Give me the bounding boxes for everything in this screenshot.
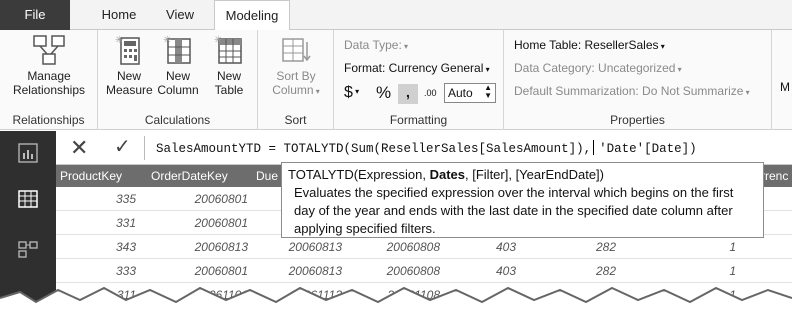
currency-button[interactable]: $ ▾ <box>344 84 359 102</box>
tab-home[interactable]: Home <box>84 0 154 30</box>
manage-relationships-label-2: Relationships <box>12 83 86 97</box>
text-caret <box>593 140 595 155</box>
sort-dropdown-icon: ▾ <box>313 87 320 96</box>
new-column-label-2: Column <box>157 83 199 97</box>
formula-text-part2: 'Date'[Date]) <box>599 142 697 156</box>
spinner-icon: ▲ ▼ <box>484 83 492 100</box>
cell: 1 <box>729 240 736 254</box>
sort-group: Sort By Column ▾ Sort <box>258 30 334 130</box>
tab-view[interactable]: View <box>150 0 210 30</box>
calculator-icon: ✳ <box>115 35 140 65</box>
data-type-dropdown[interactable]: Data Type: ▾ <box>344 38 408 52</box>
new-table-icon: ✳ <box>214 35 242 64</box>
home-table-chevron-icon: ▾ <box>658 42 665 51</box>
decimals-icon[interactable]: .00 <box>424 88 437 98</box>
cell: 331 <box>115 216 136 230</box>
svg-text:✳: ✳ <box>163 35 171 46</box>
formatting-group: Data Type: ▾ Format: Currency General ▾ … <box>334 30 504 130</box>
cell: 20060813 <box>288 240 342 254</box>
default-summarization-dropdown[interactable]: Default Summarization: Do Not Summarize … <box>514 84 750 98</box>
format-chevron-icon: ▾ <box>483 65 490 74</box>
data-view-icon[interactable] <box>18 189 38 209</box>
ribbon: Manage Relationships Relationships ✳ New… <box>0 30 792 130</box>
home-table-dropdown[interactable]: Home Table: ResellerSales ▾ <box>514 38 665 52</box>
sort-by-label-2: Column <box>272 83 314 97</box>
cancel-formula-button[interactable]: ✕ <box>70 135 88 161</box>
tab-file[interactable]: File <box>0 0 70 30</box>
formula-text-part1: SalesAmountYTD = TOTALYTD(Sum(ResellerSa… <box>156 142 592 156</box>
signature-prefix: TOTALYTD(Expression, <box>288 167 430 182</box>
cell: 343 <box>115 240 136 254</box>
signature-suffix: , [Filter], [YearEndDate]) <box>465 167 604 182</box>
sort-by-label-1: Sort By <box>276 69 316 83</box>
torn-edge-decoration <box>0 286 792 310</box>
sort-group-label: Sort <box>284 113 307 127</box>
new-measure-label-2: Measure <box>106 83 153 97</box>
cell: 20060813 <box>194 240 248 254</box>
new-column-label-1: New <box>165 69 190 83</box>
new-table-label-1: New <box>216 69 241 83</box>
percent-button[interactable]: % <box>376 83 391 103</box>
svg-text:✳: ✳ <box>214 35 222 46</box>
signature-current-param: Dates <box>429 167 466 182</box>
data-type-chevron-icon: ▾ <box>401 42 409 51</box>
decimal-places-input[interactable]: Auto ▲ ▼ <box>444 83 496 103</box>
new-column-icon: ✳ <box>163 35 191 64</box>
format-label: Format: Currency General <box>344 61 484 75</box>
format-dropdown[interactable]: Format: Currency General ▾ <box>344 61 490 75</box>
comma-button[interactable]: , <box>398 84 418 104</box>
header-duedatekey[interactable]: Due <box>256 169 278 183</box>
ribbon-overflow-label: M <box>780 80 790 94</box>
properties-group-label: Properties <box>610 113 665 127</box>
cell: 20060801 <box>194 192 248 206</box>
report-view-icon[interactable] <box>18 143 38 163</box>
svg-text:✳: ✳ <box>115 35 123 46</box>
data-category-label: Data Category: Uncategorized <box>514 61 676 75</box>
function-signature: TOTALYTD(Expression, Dates, [Filter], [Y… <box>288 166 757 184</box>
new-table-label-2: Table <box>214 83 244 97</box>
formula-separator <box>144 136 145 160</box>
sort-by-column-button[interactable]: Sort By Column ▾ <box>264 34 328 99</box>
header-productkey[interactable]: ProductKey <box>60 169 122 183</box>
formula-input[interactable]: SalesAmountYTD = TOTALYTD(Sum(ResellerSa… <box>156 140 697 156</box>
new-column-button[interactable]: ✳ New Column <box>154 34 202 97</box>
cell: 403 <box>495 240 516 254</box>
calculations-group-label: Calculations <box>144 113 211 127</box>
currency-chevron-icon: ▾ <box>352 87 360 96</box>
table-row[interactable]: 343 20060813 20060813 20060808 403 282 1 <box>56 235 792 259</box>
cell: 20060808 <box>386 240 440 254</box>
decimal-places-value: Auto <box>448 86 473 100</box>
cell: 20060801 <box>194 216 248 230</box>
manage-relationships-button[interactable]: Manage Relationships <box>4 34 94 97</box>
data-type-label: Data Type: <box>344 38 402 52</box>
relationships-group: Manage Relationships Relationships <box>0 30 98 130</box>
home-table-label: Home Table: ResellerSales <box>514 38 659 52</box>
header-orderdatekey[interactable]: OrderDateKey <box>151 169 228 183</box>
relationship-view-icon[interactable] <box>18 239 38 259</box>
cell: 282 <box>595 240 616 254</box>
new-measure-button[interactable]: ✳ New Measure <box>106 34 153 97</box>
relationships-group-label: Relationships <box>12 113 85 127</box>
data-category-dropdown[interactable]: Data Category: Uncategorized ▾ <box>514 61 682 75</box>
cell: 335 <box>115 192 136 206</box>
ribbon-tab-bar: File Home View Modeling <box>0 0 792 31</box>
calculations-group: ✳ New Measure ✳ New Column ✳ New Table C… <box>98 30 258 130</box>
relationships-icon <box>33 35 65 65</box>
default-summarization-label: Default Summarization: Do Not Summarize <box>514 84 744 98</box>
formatting-group-label: Formatting <box>389 113 448 127</box>
data-category-chevron-icon: ▾ <box>675 65 682 74</box>
function-description: Evaluates the specified expression over … <box>294 185 734 236</box>
sort-by-column-icon <box>282 38 311 62</box>
default-summarization-chevron-icon: ▾ <box>743 88 750 97</box>
new-table-button[interactable]: ✳ New Table <box>206 34 252 97</box>
header-currency[interactable]: rrenc <box>761 169 788 183</box>
currency-label: $ <box>344 84 353 101</box>
function-tooltip: TOTALYTD(Expression, Dates, [Filter], [Y… <box>281 162 764 238</box>
properties-group: Home Table: ResellerSales ▾ Data Categor… <box>504 30 772 130</box>
formula-bar: ✕ ✓ SalesAmountYTD = TOTALYTD(Sum(Resell… <box>56 131 792 165</box>
commit-formula-button[interactable]: ✓ <box>114 134 131 159</box>
tab-modeling[interactable]: Modeling <box>214 0 290 31</box>
new-measure-label-1: New <box>116 69 141 83</box>
manage-relationships-label-1: Manage <box>27 69 71 83</box>
